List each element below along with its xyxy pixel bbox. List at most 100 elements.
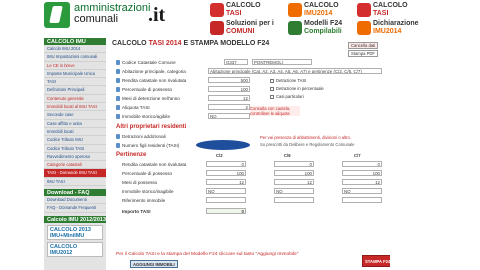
row-label: Rendita catastale non rivalutata [122,162,187,167]
info-icon [116,105,120,110]
sidebar-item[interactable]: Immobili locati al IMU TASI [44,103,106,112]
calculator-panel: CALCOLO TASI 2014 E STAMPA MODELLO F24 C… [110,38,394,270]
btn-line1: Soluzioni per i [226,19,274,27]
check-label: Detrazione TASI [276,78,307,83]
sidebar-item[interactable]: Codice Tributo TASI [44,145,106,153]
header-btn-tasi[interactable]: CALCOLO TASI [210,0,261,19]
document-icon [288,20,302,35]
btn-line2: TASI [373,9,389,17]
btn-line2: IMU2014 [373,27,402,35]
row-percentuale: Percentuale di possesso 100 [116,86,266,94]
btn-line1: CALCOLO [304,1,339,9]
pert-c2-select[interactable]: NO [206,188,246,194]
sidebar-item-active[interactable]: TASI - Domande IMU TASI [44,169,106,178]
checkbox[interactable] [270,94,274,99]
row-label: Riferimento immobile [122,198,166,203]
row-importo: Importo TASI 0 [116,208,266,216]
sidebar-item[interactable]: Codice Tributo IMU [44,136,106,145]
pert-c6-ref[interactable] [274,197,314,203]
checkbox[interactable] [270,86,274,91]
pert-c7-input[interactable]: 12 [342,179,382,185]
btn-line2: Compilabili [304,27,342,35]
header-btn-f24[interactable]: Modelli F24 Compilabili [288,18,342,37]
sidebar-item[interactable]: Contenuto generale [44,95,106,104]
sidebar-item[interactable]: IMU TASI [44,178,106,187]
comune-name-input[interactable]: PONTREMOLI [252,59,312,65]
row-label: Rendita catastale non rivalutata [122,78,187,83]
pert-c7-input[interactable]: 0 [342,161,382,167]
promo-calcolo-2012[interactable]: CALCOLO IMU2012 [47,241,103,257]
highlighted-input[interactable] [196,140,250,150]
sidebar-item[interactable]: Seconde case [44,111,106,120]
reset-button[interactable]: Cancella dati [348,42,379,49]
italy-map-icon [44,2,70,28]
row-label: Numero figli residenti (TASI) [122,143,180,148]
print-f24-button[interactable]: STAMPA F24 [362,255,394,267]
sidebar-item[interactable]: Ravvedimento operoso [44,153,106,162]
promo-calcolo-2013[interactable]: CALCOLO 2013 IMU+MiniIMU [47,224,103,240]
header-btn-dich[interactable]: Dichiarazione IMU2014 [357,18,419,37]
calculator-icon [210,2,224,17]
pert-c6-input[interactable]: 0 [274,161,314,167]
pert-c7-ref[interactable] [342,197,382,203]
sidebar-item[interactable]: Download Documenti [44,196,106,205]
mesi-input[interactable]: 12 [208,95,250,101]
sidebar-item[interactable]: FAQ - Domande Frequenti [44,204,106,213]
btn-line1: CALCOLO [373,1,408,9]
pert-row: Rendita catastale non rivalutata 0 0 0 [116,161,386,169]
sidebar-item[interactable]: Case affitto e unita [44,120,106,128]
sidebar-item[interactable]: Immobili locati [44,128,106,137]
check-casi-particolari[interactable]: Casi particolari [270,94,304,99]
check-detrazione-perc[interactable]: Detrazione in percentuale [270,86,324,91]
info-icon [116,143,120,148]
add-property-button[interactable]: AGGIUNGI IMMOBILI [130,260,178,268]
pert-c2-ref[interactable] [206,197,246,203]
storico-select[interactable]: NO [208,113,250,119]
check-label: Detrazione in percentuale [276,86,324,91]
calculator-icon [288,2,302,17]
logo-suffix: .it [148,4,166,26]
aliquote-warning: Consulta con cautela, controllare le ali… [250,106,300,116]
header-btn-tasi2[interactable]: CALCOLO TASI [357,0,408,19]
aliquota-input[interactable]: 2 [208,104,250,110]
header-btn-comuni[interactable]: Soluzioni per i COMUNI [210,18,274,37]
pert-c7-select[interactable]: NO [342,188,382,194]
pert-c6-input[interactable]: 100 [274,170,314,176]
sidebar-item[interactable]: Definizioni Principali [44,86,106,95]
codice-comune-input[interactable]: G337 [224,59,248,65]
row-label: Importo TASI [122,209,151,214]
sidebar-item[interactable]: Le CE in breve [44,62,106,70]
pert-row: Riferimento immobile [116,197,386,205]
pert-c6-select[interactable]: NO [274,188,314,194]
info-icon [116,60,120,65]
info-icon [116,78,120,83]
row-label: Immobile storico/inagibile [122,189,174,194]
sidebar-item[interactable]: Calcolo IMU 2014 [44,45,106,54]
checkbox[interactable] [270,78,274,83]
check-detrazione-tasi[interactable]: Detrazione TASI [270,78,306,83]
pert-c6-input[interactable]: 12 [274,179,314,185]
sidebar-item[interactable]: Categorie catastali [44,161,106,170]
pert-row: Immobile storico/inagibile NO NO NO [116,188,386,196]
pert-c2-input[interactable]: 12 [206,179,246,185]
sidebar-item[interactable]: TASI [44,78,106,87]
sidebar-item[interactable]: IMU Impostazioni comunali [44,53,106,62]
percentuale-input[interactable]: 100 [208,86,250,92]
footer-instructions: Per il Calcolo TASI e la stampa del Mode… [116,252,299,257]
section-pertinenze: Pertinenze [116,152,147,158]
header-btn-imu[interactable]: CALCOLO IMU2014 [288,0,339,19]
rendita-input[interactable]: 500 [208,77,250,83]
categoria-select[interactable]: Abitazione principale (Cat. A2, A3, A4, … [208,68,382,74]
pert-c2-input[interactable]: 0 [206,161,246,167]
info-note: Per vai presenza di abbattimenti, divisi… [260,135,352,140]
pert-c2-input[interactable]: 100 [206,170,246,176]
pert-row: Mesi di possesso 12 12 12 [116,179,386,187]
row-label: Codice Catastale Comune [122,60,176,65]
site-logo[interactable]: amministrazioni comunali .it [44,0,170,32]
print-pdf-button[interactable]: Stampa PDF [348,50,378,57]
logo-line2: comunali [74,13,119,25]
pert-c7-input[interactable]: 100 [342,170,382,176]
document-icon [357,20,371,35]
sidebar-item[interactable]: Imposte Municipale Unica [44,70,106,79]
promo-line2: IMU+MiniIMU [50,232,85,239]
